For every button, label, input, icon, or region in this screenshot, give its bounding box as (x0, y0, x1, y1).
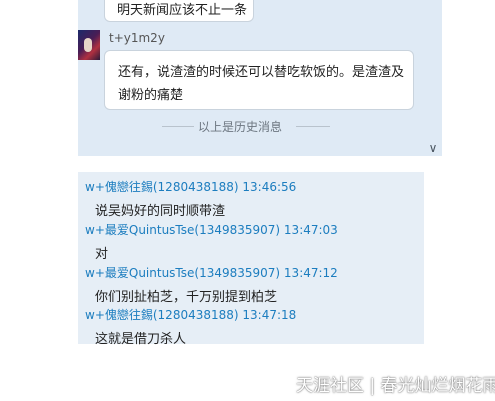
history-bubble-previous: 明天新闻应该不止一条 (104, 0, 254, 22)
message-header: w+最爱QuintusTse(1349835907) 13:47:03 (85, 223, 338, 237)
message-body: 说吴妈好的同时顺带渣 (95, 204, 226, 219)
message-body: 你们别扯柏芝，千万别提到柏芝 (95, 290, 278, 305)
chevron-down-icon[interactable]: ∨ (426, 142, 440, 154)
history-message-line: 谢粉的痛楚 (118, 88, 184, 103)
avatar[interactable] (78, 30, 100, 60)
divider-rule-right (296, 126, 330, 127)
message-header: w+最爱QuintusTse(1349835907) 13:47:12 (85, 266, 338, 280)
message-body: 对 (95, 247, 109, 262)
message-header: w+傀戀往錫(1280438188) 13:46:56 (85, 180, 297, 194)
history-divider-label: 以上是历史消息 (198, 120, 283, 134)
history-divider: 以上是历史消息 (78, 118, 442, 134)
message-header: w+傀戀往錫(1280438188) 13:47:18 (85, 308, 297, 322)
history-pane: 明天新闻应该不止一条 t+y1m2y 还有，说渣渣的时候还可以替吃软饭的。是渣渣… (78, 0, 442, 156)
message-body: 这就是借刀杀人 (95, 332, 187, 347)
history-message-bubble: 还有，说渣渣的时候还可以替吃软饭的。是渣渣及 谢粉的痛楚 (104, 50, 414, 110)
history-sender-name: t+y1m2y (109, 31, 165, 45)
history-message-line: 还有，说渣渣的时候还可以替吃软饭的。是渣渣及 (118, 65, 405, 80)
divider-rule-left (162, 126, 194, 127)
watermark: 天涯社区 | 春光灿烂烟花雨 (296, 376, 495, 396)
history-bubble-previous-text: 明天新闻应该不止一条 (117, 3, 248, 18)
chat-pane: w+傀戀往錫(1280438188) 13:46:56 说吴妈好的同时顺带渣 w… (78, 172, 424, 347)
